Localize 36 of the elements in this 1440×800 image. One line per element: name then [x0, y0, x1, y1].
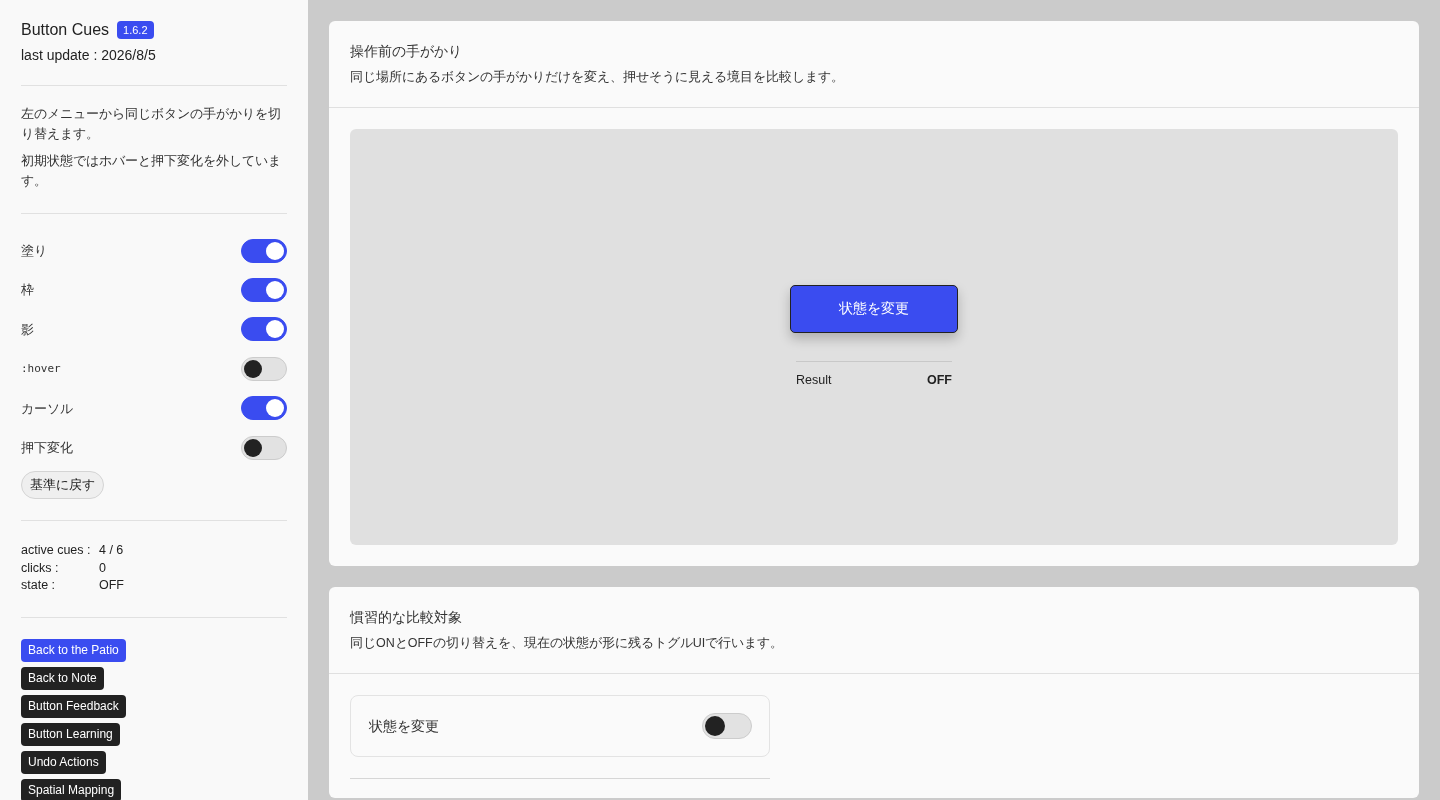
option-label: カーソル	[21, 399, 73, 418]
description-text: 初期状態ではホバーと押下変化を外しています。	[21, 152, 282, 190]
toggle-switch[interactable]	[241, 396, 287, 421]
panel-description: 同じONとOFFの切り替えを、現在の状態が形に残るトグルUIで行います。	[350, 635, 785, 652]
panel-title: 操作前の手がかり	[350, 42, 463, 61]
toggle-label: 状態を変更	[369, 716, 439, 736]
nav-link[interactable]: Back to the Patio	[21, 638, 126, 662]
option-label: 塗り	[21, 241, 47, 260]
app-title: Button Cues	[21, 20, 110, 40]
description-text: 左のメニューから同じボタンの手がかりを切り替えます。	[21, 105, 282, 143]
nav-link[interactable]: Spatial Mapping	[21, 778, 122, 800]
toggle-switch[interactable]	[241, 278, 287, 303]
stat-value: OFF	[99, 577, 124, 595]
option-label: :hover	[21, 360, 61, 377]
stat-label: clicks :	[21, 559, 60, 577]
nav-link[interactable]: Undo Actions	[21, 750, 106, 774]
result-value: OFF	[927, 371, 952, 389]
version-badge: 1.6.2	[117, 21, 154, 39]
option-label: 枠	[21, 281, 34, 300]
stat-label: active cues :	[21, 542, 92, 560]
stat-value: 0	[99, 559, 106, 577]
reset-button[interactable]: 基準に戻す	[21, 471, 104, 500]
option-label: 押下変化	[21, 438, 73, 457]
result-label: Result	[796, 371, 832, 389]
toggle-switch[interactable]	[241, 238, 287, 263]
nav-link[interactable]: Button Learning	[21, 722, 120, 746]
nav-link[interactable]: Back to Note	[21, 666, 104, 690]
option-label: 影	[21, 320, 34, 339]
nav-link[interactable]: Button Feedback	[21, 694, 126, 718]
change-state-button[interactable]: 状態を変更	[790, 284, 958, 333]
toggle-switch[interactable]	[241, 317, 287, 342]
panel-description: 同じ場所にあるボタンの手がかりだけを変え、押せそうに見える境目を比較します。	[350, 69, 845, 86]
stat-label: state :	[21, 577, 57, 595]
stat-value: 4 / 6	[99, 542, 124, 560]
panel-title: 慣習的な比較対象	[350, 608, 463, 627]
last-update-text: last update : 2026/8/5	[21, 46, 157, 65]
